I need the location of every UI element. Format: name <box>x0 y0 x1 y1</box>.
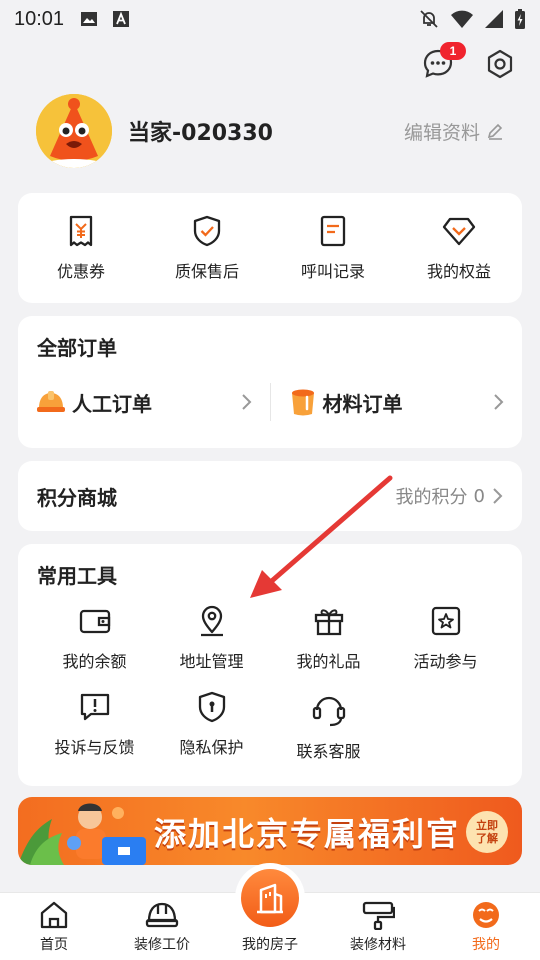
promo-banner[interactable]: 添加北京专属福利官 立即了解 <box>18 797 522 865</box>
tab-label: 我的房子 <box>242 937 298 953</box>
roller-icon <box>362 901 395 930</box>
tab-materials[interactable]: 装修材料 <box>324 893 432 960</box>
helmet-icon <box>145 902 179 928</box>
home-icon <box>40 901 68 929</box>
profile-icon <box>473 902 499 928</box>
tab-labor-prices[interactable]: 装修工价 <box>108 893 216 960</box>
tab-label: 装修工价 <box>134 937 190 953</box>
tab-my-house[interactable]: 我的房子 <box>216 869 324 960</box>
banner-cta-label: 立即了解 <box>476 819 498 845</box>
tab-label: 首页 <box>40 937 68 953</box>
banner-illustration <box>18 803 146 865</box>
my-house-bubble[interactable] <box>241 869 299 927</box>
tab-label: 装修材料 <box>350 937 406 953</box>
banner-cta-button[interactable]: 立即了解 <box>466 811 508 853</box>
tab-home[interactable]: 首页 <box>0 893 108 960</box>
tab-mine[interactable]: 我的 <box>432 893 540 960</box>
tab-label: 我的 <box>472 937 500 953</box>
banner-text: 添加北京专属福利官 <box>154 815 461 853</box>
bottom-tab-bar: 首页 装修工价 我的房子 装修材料 我的 <box>0 869 540 960</box>
building-icon <box>257 883 283 914</box>
